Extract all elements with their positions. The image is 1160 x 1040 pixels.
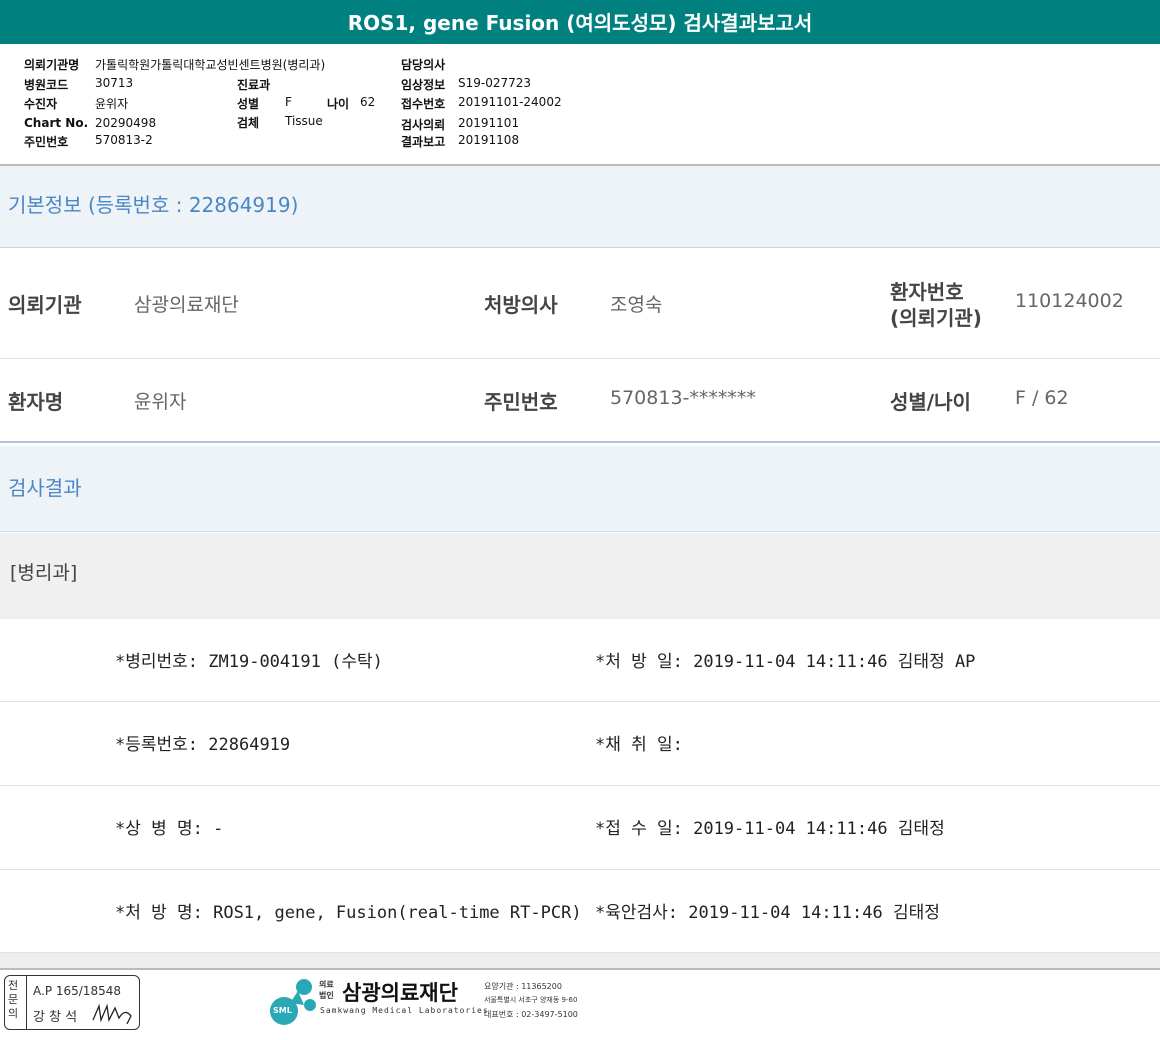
acc-value: 20191101-24002: [458, 95, 562, 109]
stamp-name: 강 창 석: [33, 1010, 78, 1025]
result-left: *등록번호: 22864919: [115, 735, 291, 755]
result-left: *병리번호: ZM19-004191 (수탁): [115, 652, 383, 672]
rep-label: 결과보고: [401, 135, 446, 149]
results-heading: 검사결과: [0, 446, 1160, 532]
sex-label: 성별: [237, 97, 260, 111]
result-row: *처 방 명: ROS1, gene, Fusion(real-time RT-…: [0, 870, 1160, 953]
report-title: ROS1, gene Fusion (여의도성모) 검사결과보고서: [0, 0, 1160, 47]
result-left: *처 방 명: ROS1, gene, Fusion(real-time RT-…: [115, 903, 582, 923]
doctor-label: 담당의사: [401, 58, 446, 72]
logo-english: Samkwang Medical Laboratories: [320, 1006, 489, 1015]
inst-label: 의뢰기관명: [24, 58, 80, 72]
address: 서울특별시 서초구 양재동 9-60: [484, 996, 578, 1004]
patient-no-sublabel: (의뢰기관): [890, 306, 982, 330]
result-row: *병리번호: ZM19-004191 (수탁) *처 방 일: 2019-11-…: [0, 619, 1160, 702]
code-label: 병원코드: [24, 78, 69, 92]
result-right: *처 방 일: 2019-11-04 14:11:46 김태정 AP: [595, 652, 976, 672]
age-label: 나이: [327, 97, 350, 111]
result-left: *상 병 명: -: [115, 819, 224, 839]
inst-value: 삼광의료재단: [134, 294, 239, 316]
specialist-stamp: 전문의 A.P 165/18548 강 창 석: [4, 975, 140, 1030]
name-value: 윤위자: [134, 391, 187, 413]
result-right: *육안검사: 2019-11-04 14:11:46 김태정: [595, 903, 940, 923]
chart-label: Chart No.: [24, 116, 89, 130]
rrn-label: 주민번호: [24, 135, 69, 149]
recv-value: 윤위자: [95, 97, 129, 111]
age-value: 62: [360, 95, 376, 109]
spec-label: 검체: [237, 116, 260, 130]
req-label: 검사의뢰: [401, 118, 446, 132]
sex-value: F: [285, 95, 292, 109]
result-row: *상 병 명: - *접 수 일: 2019-11-04 14:11:46 김태…: [0, 786, 1160, 870]
clin-label: 임상정보: [401, 78, 446, 92]
sml-logo-icon: [270, 979, 316, 1025]
basic-row-2: 환자명 윤위자 주민번호 570813-******* 성별/나이 F / 62: [0, 359, 1160, 443]
chart-value: 20290498: [95, 116, 157, 130]
basic-row-1: 의뢰기관 삼광의료재단 처방의사 조영숙 환자번호 (의뢰기관) 1101240…: [0, 249, 1160, 359]
patient-no-value: 110124002: [1015, 290, 1124, 312]
department-label: [병리과]: [0, 533, 1160, 619]
dept-label: 진료과: [237, 78, 271, 92]
patient-no-label: 환자번호: [890, 280, 964, 304]
rrn-value: 570813-*******: [610, 387, 756, 409]
rep-value: 20191108: [458, 133, 520, 147]
logo-prefix: 의료: [319, 980, 334, 989]
rrn-value: 570813-2: [95, 133, 153, 147]
spec-value: Tissue: [285, 114, 323, 128]
result-right: *접 수 일: 2019-11-04 14:11:46 김태정: [595, 819, 945, 839]
doctor-value: 조영숙: [610, 294, 663, 316]
inst-label: 의뢰기관: [8, 293, 82, 317]
institution-code: 요양기관 : 11365200: [484, 982, 562, 991]
result-row: *등록번호: 22864919 *채 취 일:: [0, 702, 1160, 786]
scroll-bottom-bar: [0, 953, 1160, 970]
basic-info-heading: 기본정보 (등록번호 : 22864919): [0, 166, 1160, 248]
result-right: *채 취 일:: [595, 735, 683, 755]
rrn-label: 주민번호: [484, 390, 558, 414]
logo-name: 삼광의료재단: [342, 981, 458, 1005]
clin-value: S19-027723: [458, 76, 532, 90]
logo-badge: SML: [273, 1006, 292, 1015]
name-label: 환자명: [8, 390, 64, 414]
sex-age-label: 성별/나이: [890, 390, 971, 414]
code-value: 30713: [95, 76, 134, 90]
acc-label: 접수번호: [401, 97, 446, 111]
logo-prefix: 법인: [319, 991, 334, 1000]
phone: 대표번호 : 02-3497-5100: [484, 1010, 578, 1019]
doctor-label: 처방의사: [484, 293, 558, 317]
inst-value: 가톨릭학원가톨릭대학교성빈센트병원(병리과): [95, 58, 326, 72]
stamp-side-label: 전문의: [8, 979, 19, 1020]
stamp-number: A.P 165/18548: [33, 984, 121, 998]
req-value: 20191101: [458, 116, 520, 130]
signature-icon: [92, 1003, 132, 1025]
recv-label: 수진자: [24, 97, 58, 111]
sex-age-value: F / 62: [1015, 387, 1069, 409]
